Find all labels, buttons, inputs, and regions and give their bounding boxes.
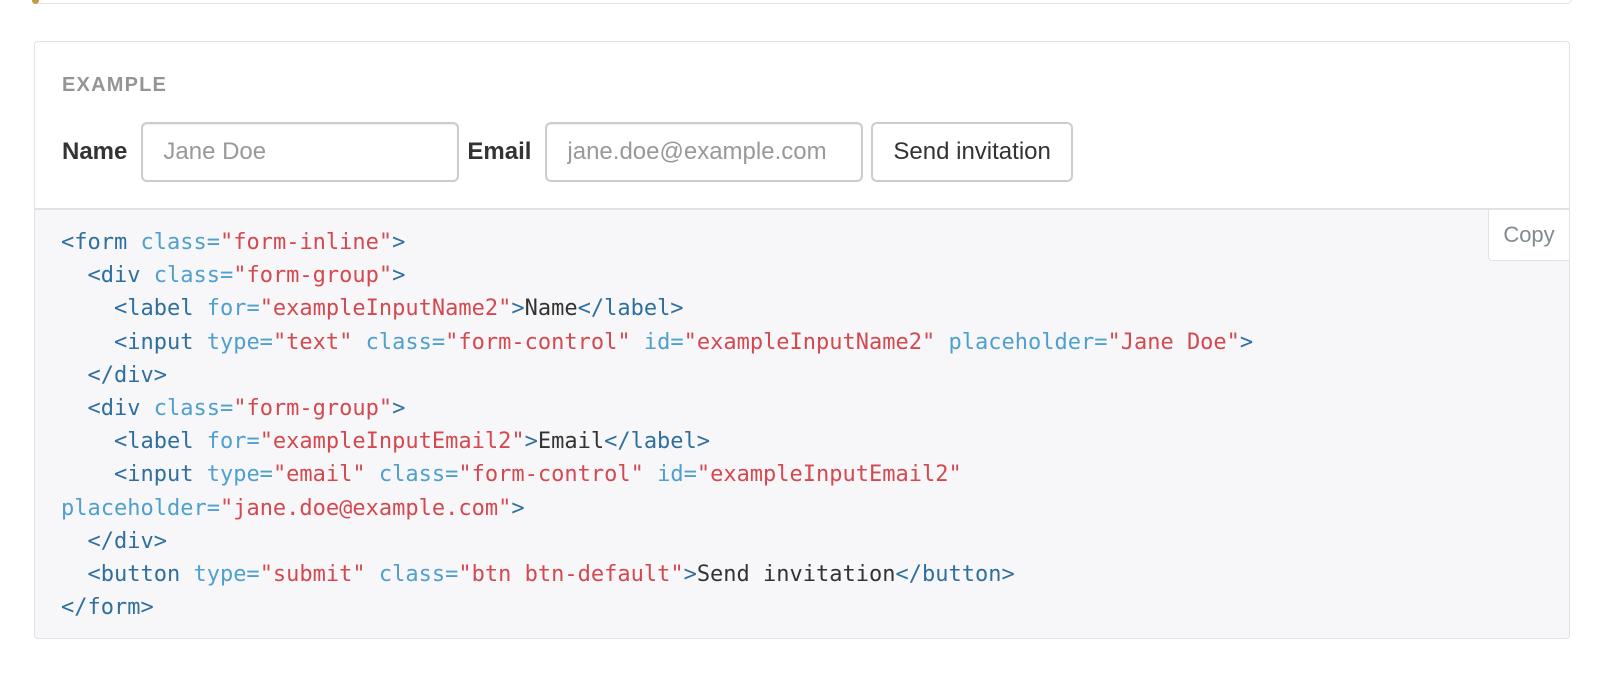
code-line: <div class="form-group"> xyxy=(61,396,405,421)
code-token-str: "exampleInputName2" xyxy=(683,329,936,355)
previous-example-box-edge xyxy=(34,0,1572,4)
code-token-tag: <button xyxy=(61,562,194,588)
code-token-tag: </form> xyxy=(61,595,154,621)
code-token-attr: class= xyxy=(378,562,459,588)
code-token-attr: id= xyxy=(657,462,697,488)
email-input[interactable] xyxy=(545,122,864,182)
inline-form: Name Email Send invitation xyxy=(62,122,1073,182)
code-token-attr: placeholder= xyxy=(61,495,220,521)
code-token-str: "form-group" xyxy=(233,396,393,422)
code-token-tag: > xyxy=(511,495,525,521)
example-label: Example xyxy=(62,74,168,96)
code-token-txt: Email xyxy=(537,429,605,455)
code-line: </div> xyxy=(61,528,167,554)
code-token-str: "form-group" xyxy=(233,263,393,289)
code-token-attr: class= xyxy=(140,230,220,255)
code-token-tag: <label xyxy=(61,429,207,455)
code-token-txt: Send invitation xyxy=(696,562,896,588)
code-token-tag: <label xyxy=(61,296,207,322)
code-line: <input type="text" class="form-control" … xyxy=(61,330,1253,355)
code-token-str: "exampleInputEmail2" xyxy=(696,462,962,488)
name-input[interactable] xyxy=(141,122,460,182)
code-token-attr: type= xyxy=(206,329,273,355)
code-token-attr: for= xyxy=(206,429,260,455)
code-line: <input type="email" class="form-control"… xyxy=(61,462,962,487)
code-token-str: "exampleInputEmail2" xyxy=(259,429,525,455)
code-token-attr: placeholder= xyxy=(948,329,1108,355)
code-token-tag: <input xyxy=(61,462,207,488)
code-token-str: "exampleInputName2" xyxy=(259,296,512,322)
code-token-attr: id= xyxy=(643,329,684,355)
code-token-attr: type= xyxy=(206,462,273,488)
code-token-attr: class= xyxy=(365,329,446,355)
code-token-tag: </button> xyxy=(895,562,1015,588)
code-line: </div> xyxy=(61,362,167,388)
code-snippet-block: Copy <form class="form-inline"> <div cla… xyxy=(34,209,1570,639)
code-token-str: "Jane Doe" xyxy=(1107,329,1240,355)
code-token-str: "form-control" xyxy=(458,462,644,488)
code-token-tag: </label> xyxy=(577,296,684,322)
code-token-attr: class= xyxy=(153,263,234,289)
name-label: Name xyxy=(62,138,128,165)
code-token-tag: > xyxy=(392,230,406,255)
code-line: </form> xyxy=(61,595,154,620)
code-token-str: "form-inline" xyxy=(219,230,393,255)
code-token-str: "form-control" xyxy=(445,329,631,355)
code-line: <form class="form-inline"> xyxy=(61,230,405,255)
code-token-str: "text" xyxy=(272,329,353,355)
code-token-str: "jane.doe@example.com" xyxy=(219,495,512,521)
copy-button[interactable]: Copy xyxy=(1488,209,1570,261)
code-token-attr: class= xyxy=(378,462,459,488)
code-token-tag: > xyxy=(524,429,538,455)
code-token-tag: <input xyxy=(61,329,207,355)
code-token-attr: class= xyxy=(153,396,234,422)
code-listing[interactable]: <form class="form-inline"> <div class="f… xyxy=(61,226,1253,624)
code-token-str: "submit" xyxy=(259,562,366,588)
code-token-attr: for= xyxy=(206,296,260,322)
code-line: <div class="form-group"> xyxy=(61,263,405,288)
example-preview: Example Name Email Send invitation xyxy=(34,41,1570,209)
code-token-tag: > xyxy=(511,296,525,322)
code-token-tag: > xyxy=(392,396,406,422)
code-token-txt: Name xyxy=(524,296,578,322)
code-token-tag: </label> xyxy=(604,429,711,455)
code-token-tag: <div xyxy=(61,396,154,422)
code-content: <form class="form-inline"> <div class="f… xyxy=(61,230,1253,620)
code-token-tag: <div xyxy=(61,263,154,289)
code-token-tag: <form xyxy=(61,230,141,255)
code-line: <label for="exampleInputName2">Name</lab… xyxy=(61,296,684,321)
code-token-str: "email" xyxy=(272,462,366,488)
code-token-attr: type= xyxy=(193,562,260,588)
code-line: <label for="exampleInputEmail2">Email</l… xyxy=(61,429,710,454)
code-token-str: "btn btn-default" xyxy=(458,562,684,588)
email-label: Email xyxy=(467,138,532,165)
code-token-tag: > xyxy=(683,562,697,588)
code-line: <button type="submit" class="btn btn-def… xyxy=(61,562,1015,588)
code-token-tag: </div> xyxy=(61,362,167,388)
code-token-tag: </div> xyxy=(61,528,167,554)
code-token-tag: > xyxy=(392,263,406,289)
send-invitation-button[interactable]: Send invitation xyxy=(871,122,1073,182)
code-line: placeholder="jane.doe@example.com"> xyxy=(61,496,525,521)
code-token-tag: > xyxy=(1239,329,1254,355)
